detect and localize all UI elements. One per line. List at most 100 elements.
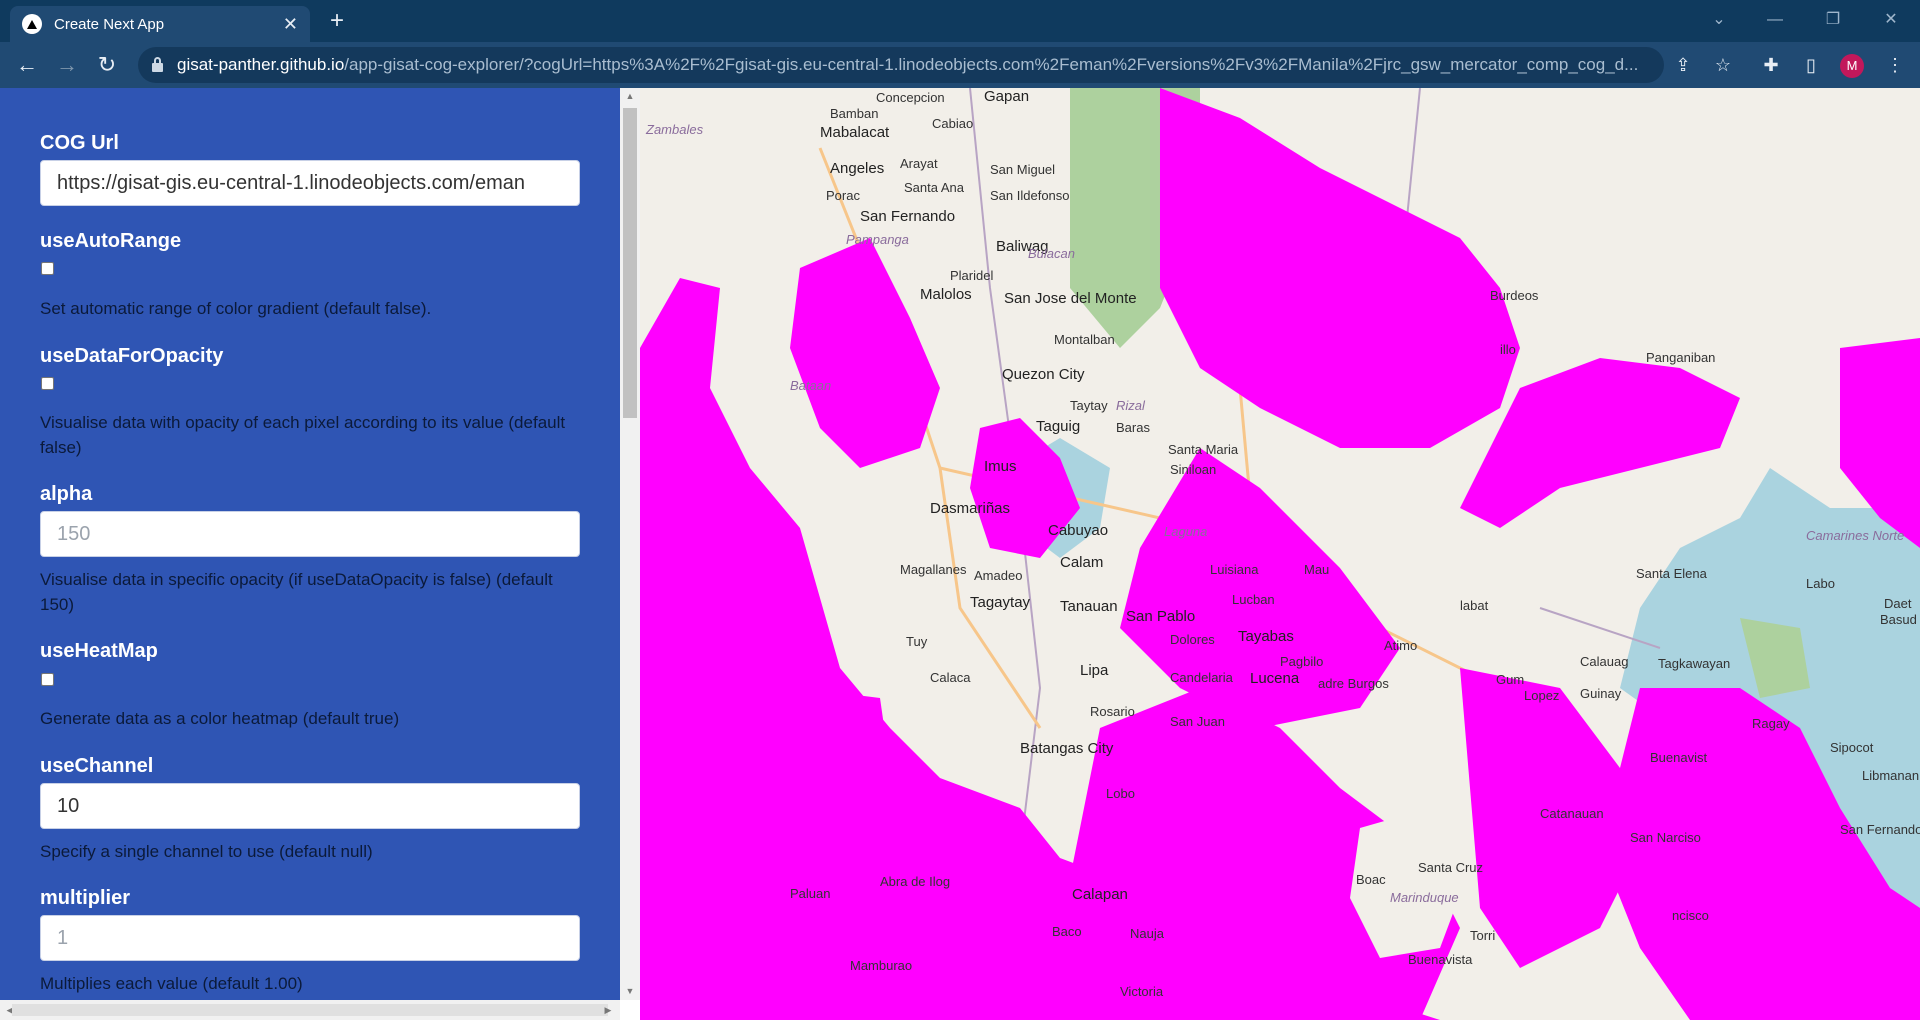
- close-tab-icon[interactable]: ✕: [283, 14, 298, 35]
- map-label-angeles: Angeles: [830, 160, 885, 177]
- map-label-candelaria: Candelaria: [1170, 670, 1233, 685]
- map-label-boac: Boac: [1356, 872, 1386, 887]
- window-close-icon[interactable]: ✕: [1868, 0, 1914, 40]
- map-label-luisiana: Luisiana: [1210, 562, 1259, 577]
- back-arrow-icon[interactable]: ←: [12, 50, 42, 80]
- map-label-calauag: Calauag: [1580, 654, 1629, 669]
- map-label-mauban: Mau: [1304, 562, 1330, 577]
- browser-tab[interactable]: Create Next App ✕: [10, 6, 310, 42]
- map-label-laguna: Laguna: [1164, 524, 1208, 539]
- map-label-siniloan: Siniloan: [1170, 462, 1217, 477]
- address-bar[interactable]: gisat-panther.github.io/app-gisat-cog-ex…: [138, 47, 1664, 83]
- extensions-icon[interactable]: ✚: [1756, 50, 1786, 80]
- map-label-pagbilao: Pagbilo: [1280, 654, 1324, 669]
- scroll-down-arrow-icon[interactable]: ▼: [620, 986, 640, 996]
- map-base-layer: [640, 88, 1920, 1020]
- profile-avatar[interactable]: M: [1840, 54, 1864, 78]
- map-view[interactable]: Concepcion Gapan Zambales Bamban Mabalac…: [640, 88, 1920, 1020]
- forward-arrow-icon[interactable]: →: [52, 50, 82, 80]
- alpha-input[interactable]: 150: [40, 511, 580, 557]
- tab-title: Create Next App: [54, 15, 165, 33]
- multiplier-input[interactable]: 1: [40, 915, 580, 961]
- map-label-lucban: Lucban: [1232, 592, 1275, 607]
- map-label-buenavista: Buenavista: [1408, 952, 1473, 967]
- side-panel-icon[interactable]: ▯: [1796, 50, 1826, 80]
- map-label-montalban: Montalban: [1054, 332, 1115, 347]
- map-label-tanauan: Tanauan: [1060, 598, 1118, 615]
- map-label-calamba: Calam: [1060, 554, 1104, 571]
- share-icon[interactable]: ⇪: [1668, 50, 1698, 80]
- cog-url-input[interactable]: https://gisat-gis.eu-central-1.linodeobj…: [40, 160, 580, 206]
- map-label-bulacan: Bulacan: [1028, 246, 1075, 261]
- use-channel-input[interactable]: 10: [40, 783, 580, 829]
- map-label-tuy: Tuy: [906, 634, 928, 649]
- map-label-gumaca: Gum: [1496, 672, 1525, 687]
- tab-search-icon[interactable]: ⌄: [1696, 0, 1742, 40]
- map-label-dasmarinas: Dasmariñas: [930, 500, 1011, 517]
- map-label-lobo: Lobo: [1106, 786, 1135, 801]
- map-label-san-ildefonso: San Ildefonso: [990, 188, 1070, 203]
- map-label-taguig: Taguig: [1036, 418, 1081, 435]
- map-label-san-fernando-cs: San Fernando: [1840, 822, 1920, 837]
- multiplier-label: multiplier: [40, 887, 131, 909]
- map-label-tagaytay: Tagaytay: [970, 594, 1031, 611]
- map-label-san-narciso: San Narciso: [1630, 830, 1701, 845]
- use-auto-range-checkbox[interactable]: [41, 262, 54, 275]
- map-label-abra-de-ilog: Abra de Ilog: [880, 874, 951, 889]
- map-label-mabalacat: Mabalacat: [820, 124, 890, 141]
- reload-icon[interactable]: ↻: [92, 50, 122, 80]
- map-label-magallanes: Magallanes: [900, 562, 967, 577]
- map-label-rizal: Rizal: [1116, 398, 1145, 413]
- map-label-calaca: Calaca: [930, 670, 971, 685]
- scroll-up-arrow-icon[interactable]: ▲: [620, 91, 640, 101]
- lock-icon: [152, 57, 163, 72]
- map-label-concepcion: Concepcion: [876, 90, 945, 105]
- map-label-plaridel: Plaridel: [950, 268, 994, 283]
- map-label-labo: Labo: [1806, 576, 1835, 591]
- map-label-santa-maria: Santa Maria: [1168, 442, 1239, 457]
- use-heat-map-checkbox[interactable]: [41, 673, 54, 686]
- map-label-guinayangan: Guinay: [1580, 686, 1622, 701]
- use-auto-range-label: useAutoRange: [40, 230, 182, 252]
- alpha-label: alpha: [40, 483, 93, 505]
- map-label-cabiao: Cabiao: [932, 116, 974, 131]
- browser-toolbar: ← → ↻ gisat-panther.github.io/app-gisat-…: [0, 42, 1920, 88]
- map-label-buenavista-quezon: Buenavist: [1650, 750, 1708, 765]
- menu-kebab-icon[interactable]: ⋮: [1880, 50, 1910, 80]
- map-label-malolos: Malolos: [920, 286, 972, 303]
- map-label-san-juan: San Juan: [1170, 714, 1225, 729]
- map-label-mamburao: Mamburao: [850, 958, 913, 973]
- map-label-santa-cruz: Santa Cruz: [1418, 860, 1484, 875]
- map-label-imus: Imus: [984, 458, 1017, 475]
- map-label-daet: Daet: [1884, 596, 1912, 611]
- map-label-santa-ana: Santa Ana: [904, 180, 964, 195]
- multiplier-hint: Multiplies each value (default 1.00): [40, 974, 303, 993]
- map-label-san-pablo: San Pablo: [1126, 608, 1196, 625]
- map-label-panganiban: Panganiban: [1646, 350, 1716, 365]
- sidebar-vertical-scrollbar[interactable]: ▲ ▼: [620, 88, 640, 1000]
- use-data-for-opacity-label: useDataForOpacity: [40, 345, 224, 367]
- map-label-burdeos: Burdeos: [1490, 288, 1539, 303]
- map-label-pampanga: Pampanga: [846, 232, 909, 247]
- map-label-san-jose-del-monte: San Jose del Monte: [1004, 290, 1137, 307]
- new-tab-button[interactable]: +: [322, 6, 352, 36]
- map-label-victoria: Victoria: [1120, 984, 1164, 999]
- map-label-baras: Baras: [1116, 420, 1150, 435]
- scrollbar-thumb[interactable]: [623, 108, 637, 418]
- map-label-arayat: Arayat: [900, 156, 938, 171]
- scroll-right-arrow-icon[interactable]: ▶: [598, 1005, 618, 1016]
- use-data-for-opacity-checkbox[interactable]: [41, 377, 54, 390]
- settings-sidebar: COG Url https://gisat-gis.eu-central-1.l…: [0, 88, 620, 1020]
- bookmark-star-icon[interactable]: ☆: [1708, 50, 1738, 80]
- horizontal-scrollbar-thumb[interactable]: [12, 1004, 608, 1016]
- map-label-ragay: Ragay: [1752, 716, 1790, 731]
- sidebar-horizontal-scrollbar[interactable]: ◀ ▶: [0, 1000, 620, 1020]
- map-label-batangas-city: Batangas City: [1020, 740, 1114, 757]
- map-label-porac: Porac: [826, 188, 860, 203]
- minimize-icon[interactable]: —: [1752, 0, 1798, 40]
- map-label-camarines-norte: Camarines Norte: [1806, 528, 1905, 543]
- map-label-naujan: Nauja: [1130, 926, 1164, 941]
- browser-tab-bar: Create Next App ✕ + ⌄ — ❐ ✕: [0, 0, 1920, 42]
- restore-icon[interactable]: ❐: [1810, 0, 1856, 40]
- map-label-gapan: Gapan: [984, 88, 1030, 105]
